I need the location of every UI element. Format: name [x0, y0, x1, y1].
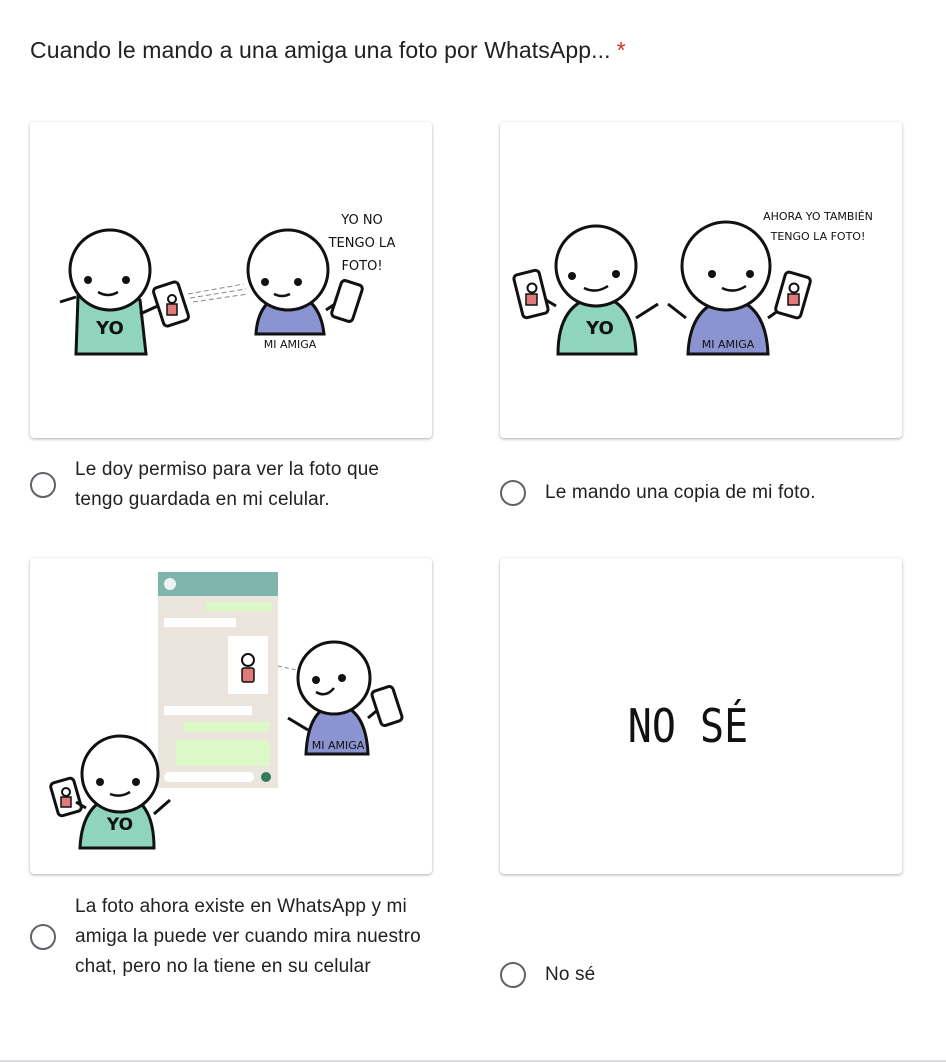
option-label-4: No sé — [545, 964, 596, 985]
shirt-label-friend: MI AMIGA — [702, 338, 755, 351]
shirt-label-me: YO — [106, 815, 133, 835]
option-image-3[interactable]: MI AMIGA YO — [30, 558, 432, 874]
illustration-no-se: NO SÉ — [628, 699, 748, 753]
speech-line-3: FOTO! — [341, 259, 382, 274]
option-4[interactable]: No sé — [500, 960, 900, 990]
illustration-copy: YO MI AMIGA AHORA YO TAMBIÉN TENGO LA FO… — [512, 210, 873, 356]
speech-line-1: AHORA YO TAMBIÉN — [763, 210, 873, 223]
shirt-label-me: YO — [585, 318, 614, 339]
radio-button-3[interactable] — [30, 924, 56, 950]
speech-line-1: YO NO — [340, 213, 383, 228]
shirt-label-friend: MI AMIGA — [264, 338, 317, 351]
illustration-whatsapp-chat: MI AMIGA YO — [49, 572, 404, 850]
option-label-3: La foto ahora existe en WhatsApp y mi am… — [75, 896, 421, 977]
option-label-1: Le doy permiso para ver la foto que teng… — [75, 459, 380, 510]
question-text: Cuando le mando a una amiga una foto por… — [30, 37, 611, 63]
option-image-2[interactable]: YO MI AMIGA AHORA YO TAMBIÉN TENGO LA FO… — [500, 122, 902, 438]
required-marker: * — [616, 37, 626, 63]
question-title: Cuando le mando a una amiga una foto por… — [30, 34, 626, 66]
option-3[interactable]: La foto ahora existe en WhatsApp y mi am… — [30, 892, 430, 982]
radio-button-4[interactable] — [500, 962, 526, 988]
option-label-2: Le mando una copia de mi foto. — [545, 482, 816, 503]
option-1[interactable]: Le doy permiso para ver la foto que teng… — [30, 455, 430, 515]
illustration-permission: YO MI AMIGA YO NO TENGO LA FOTO! — [59, 213, 396, 356]
no-se-image-text: NO SÉ — [628, 699, 748, 753]
shirt-label-me: YO — [95, 318, 124, 339]
speech-line-2: TENGO LA — [328, 236, 396, 251]
shirt-label-friend: MI AMIGA — [312, 739, 365, 752]
radio-button-2[interactable] — [500, 480, 526, 506]
radio-button-1[interactable] — [30, 472, 56, 498]
speech-line-2: TENGO LA FOTO! — [770, 230, 866, 243]
option-image-4[interactable]: NO SÉ — [500, 558, 902, 874]
option-image-1[interactable]: YO MI AMIGA YO NO TENGO LA FOTO! — [30, 122, 432, 438]
option-2[interactable]: Le mando una copia de mi foto. — [500, 478, 900, 508]
